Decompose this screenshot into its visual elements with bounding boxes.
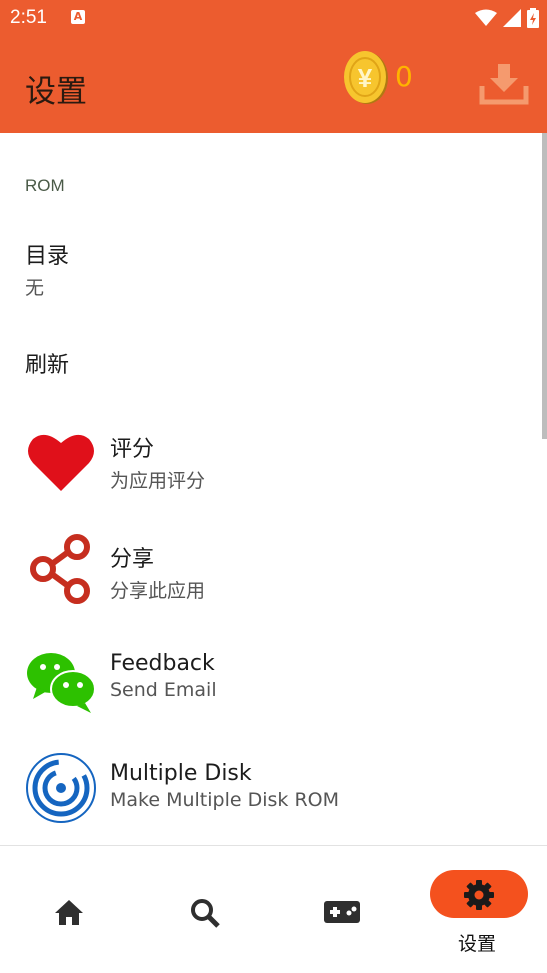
search-icon	[191, 899, 220, 928]
pref-directory[interactable]: 目录 无	[0, 228, 540, 308]
bottom-nav: 设置	[0, 845, 547, 973]
pref-subtitle: 分享此应用	[110, 580, 206, 602]
pref-subtitle: 无	[25, 277, 45, 299]
nav-games[interactable]	[274, 846, 411, 973]
signal-icon	[503, 9, 521, 27]
app-bar: 设置 ¥ 0	[0, 36, 547, 133]
pref-multiple-disk[interactable]: Multiple Disk Make Multiple Disk ROM	[0, 745, 540, 845]
coin-count: 0	[395, 60, 413, 93]
page-title: 设置	[25, 74, 87, 110]
pref-share[interactable]: 分享 分享此应用	[0, 525, 540, 625]
status-icons	[475, 7, 539, 29]
battery-icon	[527, 8, 539, 28]
pref-feedback[interactable]: Feedback Send Email	[0, 635, 540, 735]
pref-title: Feedback	[110, 651, 215, 676]
pref-refresh[interactable]: 刷新	[0, 333, 540, 393]
gear-icon	[464, 880, 494, 910]
heart-icon	[28, 434, 94, 491]
pref-subtitle: Send Email	[110, 679, 217, 701]
status-bar: 2:51 A	[0, 0, 547, 36]
wechat-icon	[27, 653, 96, 713]
gamepad-icon	[324, 901, 360, 923]
section-header-rom: ROM	[25, 176, 65, 195]
pref-subtitle: Make Multiple Disk ROM	[110, 789, 340, 811]
status-time: 2:51	[10, 7, 47, 28]
pref-subtitle: 为应用评分	[110, 470, 206, 492]
wifi-icon	[475, 9, 497, 26]
svg-text:¥: ¥	[358, 63, 373, 93]
pref-rate[interactable]: 评分 为应用评分	[0, 415, 540, 515]
coin-icon[interactable]: ¥	[342, 49, 390, 105]
pref-title: Multiple Disk	[110, 761, 252, 786]
share-icon	[30, 534, 90, 604]
nav-home[interactable]	[0, 846, 137, 973]
nav-settings[interactable]: 设置	[411, 846, 547, 973]
download-icon[interactable]	[478, 60, 530, 106]
pref-title: 分享	[110, 547, 155, 572]
nav-label-settings: 设置	[458, 933, 497, 955]
pref-title: 目录	[25, 244, 70, 269]
pref-title: 刷新	[25, 353, 70, 378]
disk-icon	[26, 753, 96, 823]
nav-search[interactable]	[137, 846, 274, 973]
settings-list[interactable]: ROM 目录 无 刷新 评分 为应用评分 分享 分享此应用 Feedback S…	[0, 133, 547, 845]
pref-title: 评分	[110, 437, 155, 462]
home-icon	[55, 900, 83, 925]
scrollbar[interactable]	[542, 133, 547, 439]
notification-a-icon: A	[71, 10, 85, 24]
